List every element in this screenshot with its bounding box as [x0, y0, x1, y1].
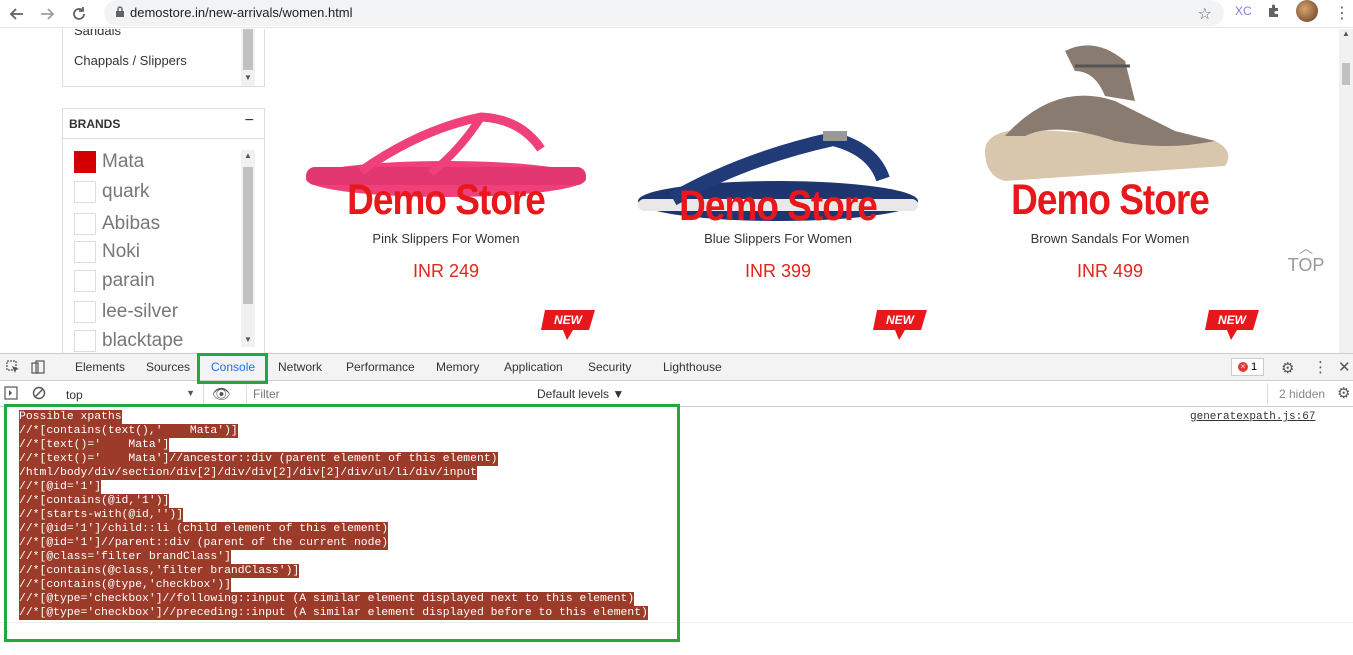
inspect-icon[interactable] [6, 360, 20, 379]
brand-label: Mata [102, 151, 145, 172]
brand-option[interactable]: blacktape [74, 329, 183, 353]
device-toolbar-icon[interactable] [31, 360, 45, 379]
avatar[interactable] [1296, 0, 1318, 22]
brands-scrollbar[interactable]: ▲ ▼ [241, 150, 255, 347]
url-text: demostore.in/new-arrivals/women.html [130, 5, 353, 20]
brand-checkbox[interactable] [74, 181, 96, 203]
puzzle-icon[interactable] [1266, 3, 1282, 24]
devtools-tab-performance[interactable]: Performance [346, 360, 415, 374]
product-price: INR 399 [744, 261, 812, 281]
product-card[interactable]: Demo Store Blue Slippers For Women INR 399… [618, 29, 938, 349]
category-filter-box: Sandals Chappals / Slippers ▼ [62, 29, 265, 87]
console-settings-icon[interactable]: ⚙ [1337, 384, 1350, 402]
brand-option[interactable]: Mata [74, 150, 144, 174]
devtools-tab-lighthouse[interactable]: Lighthouse [663, 360, 722, 374]
context-selector[interactable]: top ▼ [58, 383, 204, 405]
star-icon[interactable]: ☆ [1198, 4, 1212, 24]
error-counter[interactable]: × 1 [1231, 358, 1265, 376]
brand-label: blacktape [102, 330, 184, 351]
address-bar[interactable]: demostore.in/new-arrivals/women.html ☆ [104, 0, 1224, 26]
clear-console-icon[interactable] [32, 386, 46, 405]
brand-logo-text: Demo Store [1011, 175, 1210, 223]
page-scrollbar[interactable]: ▲ [1339, 29, 1353, 353]
context-label: top [66, 388, 83, 402]
lock-icon [116, 6, 124, 17]
console-tab-highlight [197, 353, 268, 384]
category-scrollbar[interactable]: ▼ [241, 29, 255, 86]
close-icon[interactable]: ✕ [1338, 358, 1351, 376]
product-price: INR 249 [412, 261, 480, 281]
product-card[interactable]: Demo Store Pink Slippers For Women INR 249… [286, 29, 606, 349]
devtools-tab-memory[interactable]: Memory [436, 360, 479, 374]
menu-icon[interactable]: ⋮ [1334, 3, 1350, 23]
brand-option[interactable]: parain [74, 269, 155, 293]
settings-gear-icon[interactable]: ⚙ [1281, 359, 1294, 377]
brand-option[interactable]: lee-silver [74, 300, 178, 324]
brand-checkbox[interactable] [74, 241, 96, 263]
brand-checkbox[interactable] [74, 213, 96, 235]
chevron-up-icon: ︿ [1299, 240, 1313, 256]
product-price: INR 499 [1076, 261, 1144, 281]
new-badge: NEW [541, 310, 595, 340]
log-levels-dropdown[interactable]: Default levels ▼ [537, 387, 624, 401]
product-card[interactable]: Demo Store Brown Sandals For Women INR 499… [950, 29, 1270, 349]
brand-label: Noki [102, 241, 141, 262]
scroll-down-icon[interactable]: ▼ [241, 72, 255, 84]
source-link[interactable]: generatexpath.js:67 [1190, 411, 1315, 423]
back-icon[interactable] [6, 3, 28, 25]
profile-initials[interactable]: XC [1235, 4, 1252, 18]
console-output-highlight [4, 404, 680, 642]
brand-checkbox[interactable] [74, 301, 96, 323]
new-badge: NEW [1205, 310, 1259, 340]
hidden-count: 2 hidden [1279, 387, 1326, 401]
dropdown-arrow-icon: ▼ [186, 388, 195, 398]
eye-icon[interactable]: 👁 [212, 385, 231, 403]
brand-checkbox[interactable] [74, 151, 96, 173]
scroll-up-icon[interactable]: ▲ [1339, 29, 1353, 41]
devtools-tab-application[interactable]: Application [504, 360, 563, 374]
product-name[interactable]: Pink Slippers For Women [286, 231, 606, 246]
devtools-tab-security[interactable]: Security [588, 360, 631, 374]
brand-logo-text: Demo Store [679, 181, 878, 229]
brand-label: lee-silver [102, 301, 179, 322]
devtools-tab-elements[interactable]: Elements [75, 360, 125, 374]
category-item-chappals[interactable]: Chappals / Slippers [74, 53, 187, 68]
brand-checkbox[interactable] [74, 270, 96, 292]
product-name[interactable]: Blue Slippers For Women [618, 231, 938, 246]
web-page: Sandals Chappals / Slippers ▼ BRANDS − M… [0, 29, 1353, 353]
browser-toolbar: demostore.in/new-arrivals/women.html ☆ X… [0, 0, 1353, 28]
top-label: TOP [1287, 255, 1325, 275]
category-item-sandals[interactable]: Sandals [74, 29, 121, 38]
product-name[interactable]: Brown Sandals For Women [950, 231, 1270, 246]
scroll-up-icon[interactable]: ▲ [241, 150, 255, 162]
filter-input[interactable] [246, 384, 526, 404]
brands-filter-box: BRANDS − Mata quark Abibas Noki parain lee-si… [62, 108, 265, 353]
forward-icon[interactable] [36, 3, 58, 25]
brand-label: parain [102, 270, 155, 291]
devtools-tab-network[interactable]: Network [278, 360, 322, 374]
reload-icon[interactable] [68, 3, 90, 25]
collapse-icon[interactable]: − [245, 112, 254, 130]
brand-label: Abibas [102, 213, 161, 234]
sidebar-toggle-icon[interactable] [4, 386, 18, 405]
brand-option[interactable]: Abibas [74, 212, 160, 236]
brands-title: BRANDS [69, 117, 121, 131]
back-to-top-button[interactable]: ︿ TOP [1285, 241, 1327, 276]
brand-logo-text: Demo Store [347, 175, 546, 223]
error-icon: × [1238, 362, 1248, 372]
brand-label: quark [102, 181, 150, 202]
error-count: 1 [1251, 361, 1258, 373]
scroll-down-icon[interactable]: ▼ [241, 334, 255, 346]
brand-checkbox[interactable] [74, 330, 96, 352]
brand-option[interactable]: Noki [74, 240, 140, 264]
new-badge: NEW [873, 310, 927, 340]
brand-option[interactable]: quark [74, 180, 150, 204]
devtools-tab-sources[interactable]: Sources [146, 360, 190, 374]
more-options-icon[interactable]: ⋮ [1313, 358, 1328, 376]
brands-header[interactable]: BRANDS − [63, 109, 264, 139]
